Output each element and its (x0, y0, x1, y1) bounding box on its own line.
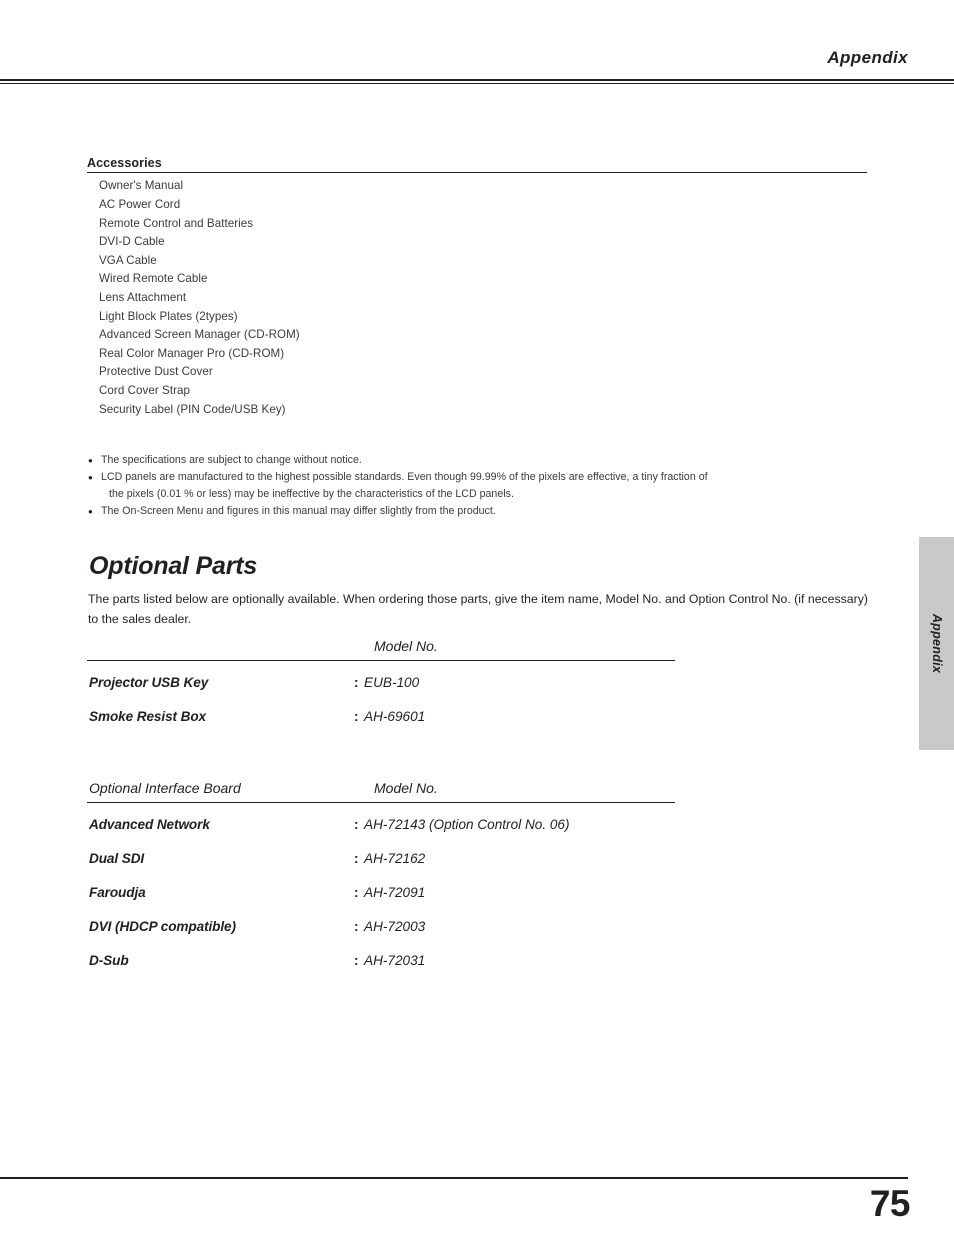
part-model-no: AH-69601 (364, 709, 426, 725)
header-rule-thick (0, 79, 954, 81)
accessories-list: Owner's Manual AC Power Cord Remote Cont… (87, 177, 867, 419)
section-intro: The parts listed below are optionally av… (88, 590, 868, 629)
part-colon: : (354, 675, 359, 691)
part-name: Projector USB Key (89, 675, 209, 691)
note-item: ● The On-Screen Menu and figures in this… (88, 503, 878, 520)
part-name: Faroudja (89, 885, 146, 901)
table-row: Faroudja : AH-72091 (87, 885, 675, 919)
optional-interface-board-table: Optional Interface Board Model No. Advan… (87, 780, 675, 987)
table-body: Advanced Network : AH-72143 (Option Cont… (87, 803, 675, 987)
list-item: AC Power Cord (99, 197, 181, 211)
note-text: The On-Screen Menu and figures in this m… (101, 505, 496, 518)
bullet-icon: ● (88, 456, 93, 465)
table-body: Projector USB Key : EUB-100 Smoke Resist… (87, 661, 675, 743)
page-header-title: Appendix (827, 48, 908, 67)
accessories-section: Accessories Owner's Manual AC Power Cord… (87, 156, 867, 419)
footer-rule (0, 1177, 908, 1179)
table-row: D-Sub : AH-72031 (87, 953, 675, 987)
accessories-heading: Accessories (87, 156, 162, 170)
column-header-model-no: Model No. (374, 780, 438, 796)
list-item: VGA Cable (99, 253, 157, 267)
note-item: ● The specifications are subject to chan… (88, 452, 878, 469)
table-row: Advanced Network : AH-72143 (Option Cont… (87, 817, 675, 851)
optional-parts-table: Model No. Projector USB Key : EUB-100 Sm… (87, 638, 675, 743)
side-tab-appendix: Appendix (919, 537, 954, 750)
header-rule-thin (0, 83, 954, 84)
note-text-continuation: the pixels (0.01 % or less) may be ineff… (109, 488, 514, 501)
list-item: Protective Dust Cover (99, 365, 213, 379)
list-item: Remote Control and Batteries (99, 216, 254, 230)
table-row: DVI (HDCP compatible) : AH-72003 (87, 919, 675, 953)
table-row: Smoke Resist Box : AH-69601 (87, 709, 675, 743)
side-tab-label: Appendix (930, 613, 944, 674)
document-page: Appendix Accessories Owner's Manual AC P… (0, 0, 954, 1235)
part-model-no: AH-72143 (Option Control No. 06) (364, 817, 570, 833)
part-name: Advanced Network (89, 817, 210, 833)
list-item: Advanced Screen Manager (CD-ROM) (99, 328, 300, 342)
part-colon: : (354, 885, 359, 901)
list-item: Real Color Manager Pro (CD-ROM) (99, 346, 285, 360)
part-model-no: AH-72031 (364, 953, 426, 969)
list-item: DVI-D Cable (99, 235, 165, 249)
list-item: Light Block Plates (2types) (99, 309, 238, 323)
part-name: D-Sub (89, 953, 129, 969)
part-colon: : (354, 709, 359, 725)
part-model-no: AH-72091 (364, 885, 426, 901)
part-name: Dual SDI (89, 851, 145, 867)
note-text: LCD panels are manufactured to the highe… (101, 471, 708, 484)
part-model-no: AH-72003 (364, 919, 426, 935)
part-model-no: EUB-100 (364, 675, 420, 691)
table-row: Projector USB Key : EUB-100 (87, 675, 675, 709)
page-number: 75 (869, 1183, 911, 1224)
part-colon: : (354, 817, 359, 833)
section-intro-text: The parts listed below are optionally av… (88, 592, 868, 626)
table-header: Optional Interface Board Model No. (87, 780, 675, 802)
part-colon: : (354, 851, 359, 867)
note-item: ● LCD panels are manufactured to the hig… (88, 469, 878, 503)
part-colon: : (354, 919, 359, 935)
list-item: Security Label (PIN Code/USB Key) (99, 402, 286, 416)
part-name: Smoke Resist Box (89, 709, 207, 725)
list-item: Wired Remote Cable (99, 272, 208, 286)
list-item: Lens Attachment (99, 290, 187, 304)
page-title: Optional Parts (89, 552, 258, 580)
note-text: The specifications are subject to change… (101, 454, 362, 466)
bullet-icon: ● (88, 473, 93, 483)
part-name: DVI (HDCP compatible) (89, 919, 236, 935)
list-item: Cord Cover Strap (99, 383, 191, 397)
table-header: Model No. (87, 638, 675, 660)
page-header: Appendix (0, 48, 954, 90)
notes-section: ● The specifications are subject to chan… (88, 452, 878, 520)
column-header-board: Optional Interface Board (89, 780, 241, 796)
part-model-no: AH-72162 (364, 851, 426, 867)
accessories-rule (87, 172, 867, 174)
column-header-model-no: Model No. (374, 638, 438, 654)
part-colon: : (354, 953, 359, 969)
table-row: Dual SDI : AH-72162 (87, 851, 675, 885)
list-item: Owner's Manual (99, 179, 184, 193)
bullet-icon: ● (88, 507, 93, 517)
